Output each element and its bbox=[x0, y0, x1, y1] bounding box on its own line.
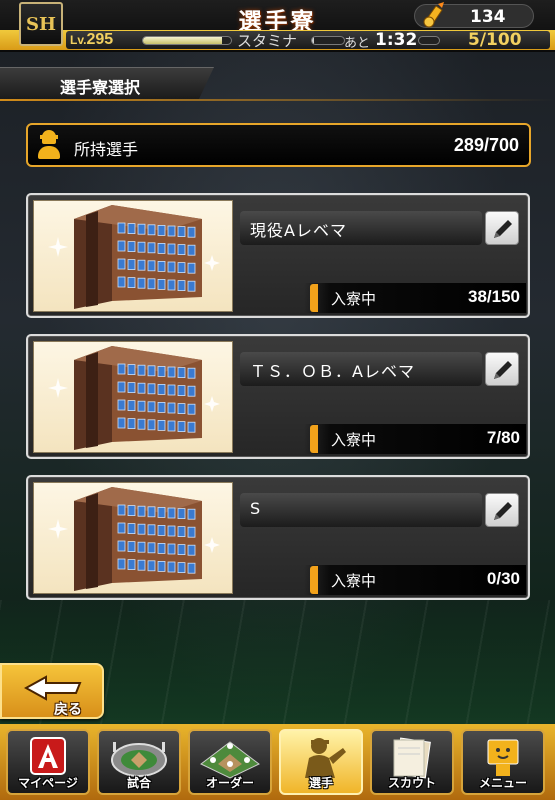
back-button[interactable]: 戻る bbox=[0, 663, 104, 719]
player-silhouette-icon bbox=[36, 130, 62, 160]
nav-label: メニュー bbox=[478, 776, 527, 790]
dorm-count-label: 入寮中 bbox=[331, 572, 377, 590]
section-divider bbox=[0, 99, 555, 101]
nav-players[interactable]: 選手 bbox=[279, 729, 363, 795]
xp-bar bbox=[142, 36, 232, 45]
pencil-icon bbox=[494, 220, 512, 238]
back-label: 戻る bbox=[54, 702, 82, 718]
xp-fill bbox=[143, 37, 223, 44]
nav-scout[interactable]: スカウト bbox=[370, 729, 454, 795]
timer-prefix: あと bbox=[344, 36, 371, 51]
owned-players-label: 所持選手 bbox=[74, 140, 139, 159]
dorm-count-label: 入寮中 bbox=[331, 431, 377, 449]
nav-label: 試合 bbox=[126, 776, 151, 790]
dorm-building-image bbox=[33, 341, 233, 453]
dorm-name: S bbox=[250, 499, 262, 518]
level-prefix: Lv. bbox=[70, 33, 87, 47]
dorm-card[interactable]: 02 ＴＳ．ＯＢ．Aレベマ 入寮中 7/80 bbox=[26, 334, 530, 459]
stamina-bar-secondary bbox=[418, 36, 440, 45]
dorm-name-bar: 現役Aレベマ bbox=[240, 211, 482, 245]
dorm-name-bar: S bbox=[240, 493, 482, 527]
dorm-card[interactable]: 01 現役Aレベマ 入寮中 38/150 bbox=[26, 193, 530, 318]
dorm-count-label: 入寮中 bbox=[331, 290, 377, 308]
coin-icon bbox=[420, 0, 448, 30]
nav-order[interactable]: オーダー bbox=[188, 729, 272, 795]
nav-label: オーダー bbox=[205, 776, 254, 790]
dorm-count-accent bbox=[310, 284, 318, 312]
pencil-icon bbox=[494, 361, 512, 379]
stamina-timer: 1:32 bbox=[375, 30, 418, 50]
section-title: 選手寮選択 bbox=[60, 78, 141, 97]
bottom-nav: マイページ 試合 オーダー 選手 スカウト メニュー bbox=[0, 724, 555, 800]
icon-cap bbox=[40, 135, 58, 139]
dorm-count-accent bbox=[310, 566, 318, 594]
team-logo[interactable]: SH bbox=[19, 2, 63, 46]
icon-body bbox=[38, 146, 60, 159]
dorm-card[interactable]: 03 S 入寮中 0/30 bbox=[26, 475, 530, 600]
nav-menu[interactable]: メニュー bbox=[461, 729, 545, 795]
pencil-icon bbox=[494, 502, 512, 520]
nav-label: マイページ bbox=[18, 776, 78, 790]
stamina-bar bbox=[311, 36, 345, 45]
level-value: 295 bbox=[86, 31, 114, 48]
dorm-name-bar: ＴＳ．ＯＢ．Aレベマ bbox=[240, 352, 482, 386]
stamina-fill bbox=[312, 37, 314, 44]
edit-name-button[interactable] bbox=[485, 493, 519, 527]
owned-players-count: 289/700 bbox=[453, 135, 519, 155]
dorm-count-accent bbox=[310, 425, 318, 453]
top-header: SH 選手寮 134 Lv.295 スタミナ あと 1:32 5/100 bbox=[0, 0, 555, 52]
stamina-label: スタミナ bbox=[237, 32, 298, 50]
dorm-building-image bbox=[33, 200, 233, 312]
coin-value: 134 bbox=[470, 7, 506, 27]
level-display: Lv.295 bbox=[70, 31, 113, 49]
edit-name-button[interactable] bbox=[485, 352, 519, 386]
dorm-name: 現役Aレベマ bbox=[250, 221, 347, 240]
nav-mypage[interactable]: マイページ bbox=[6, 729, 90, 795]
dorm-count-value: 0/30 bbox=[486, 569, 520, 588]
dorm-name: ＴＳ．ＯＢ．Aレベマ bbox=[250, 362, 415, 381]
stamina-value: 5/100 bbox=[468, 30, 522, 50]
edit-name-button[interactable] bbox=[485, 211, 519, 245]
dorm-building-image bbox=[33, 482, 233, 594]
nav-match[interactable]: 試合 bbox=[97, 729, 181, 795]
owned-players-panel: 所持選手 289/700 bbox=[26, 123, 531, 167]
dorm-count-value: 7/80 bbox=[486, 428, 520, 447]
nav-label: 選手 bbox=[308, 776, 333, 790]
nav-label: スカウト bbox=[387, 776, 436, 790]
dorm-count-value: 38/150 bbox=[468, 287, 520, 306]
